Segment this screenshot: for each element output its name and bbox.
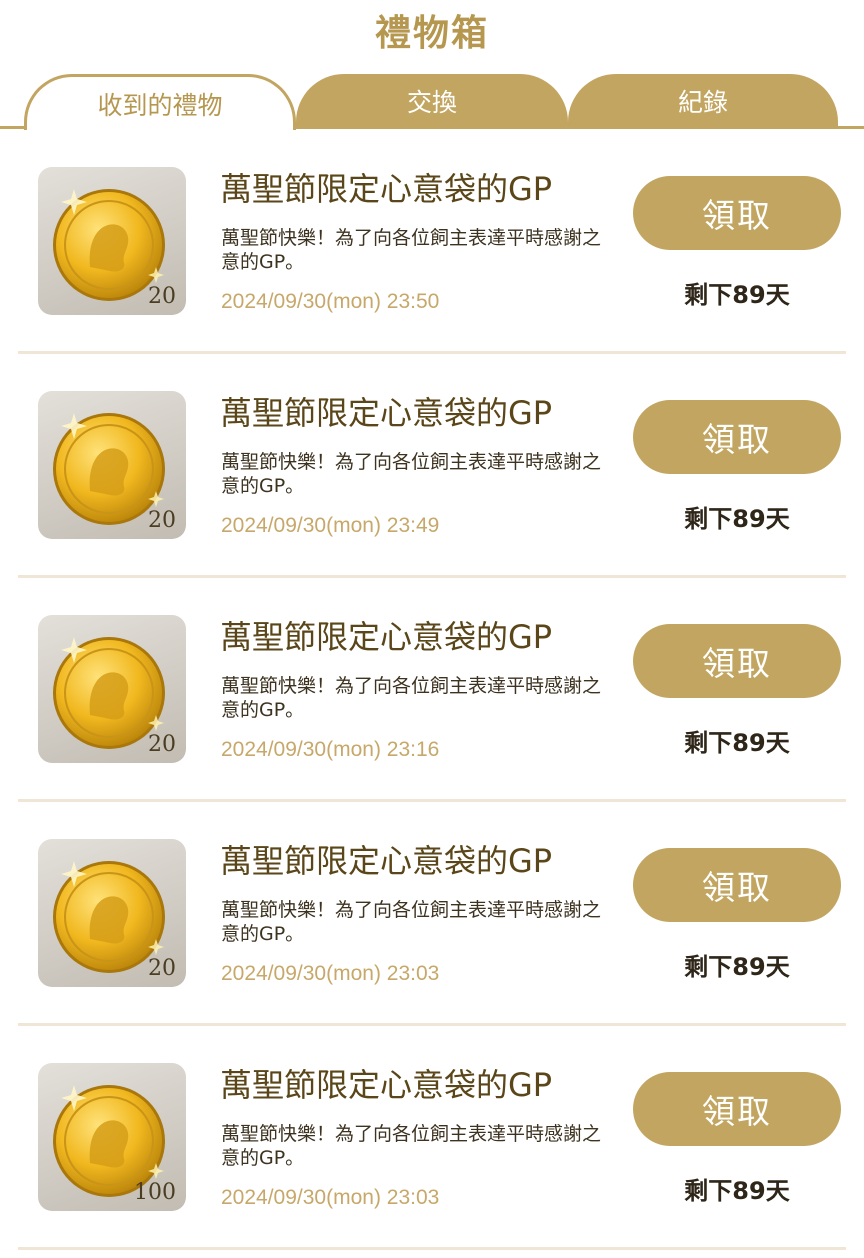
gift-name: 萬聖節限定心意袋的GP: [220, 842, 553, 880]
gift-thumbnail: 20: [38, 839, 186, 987]
divider: [18, 1247, 846, 1250]
gift-quantity: 20: [148, 956, 176, 981]
claim-button[interactable]: 領取: [633, 1072, 841, 1146]
gift-thumbnail: 20: [38, 615, 186, 763]
gift-quantity: 20: [148, 284, 176, 309]
gift-timestamp: 2024/09/30(mon) 23:49: [221, 514, 440, 537]
tab-received-gifts[interactable]: 收到的禮物: [24, 74, 296, 130]
claim-button[interactable]: 領取: [633, 624, 841, 698]
remaining-days: 剩下89天: [684, 505, 790, 533]
gift-description: 萬聖節快樂！為了向各位飼主表達平時感謝之意的GP。: [221, 675, 602, 721]
gift-thumbnail: 100: [38, 1063, 186, 1211]
remaining-days: 剩下89天: [684, 953, 790, 981]
tab-bar: 收到的禮物 交換 紀錄: [0, 74, 864, 130]
gift-list: 20 萬聖節限定心意袋的GP 萬聖節快樂！為了向各位飼主表達平時感謝之意的GP。…: [0, 130, 864, 1250]
gift-description: 萬聖節快樂！為了向各位飼主表達平時感謝之意的GP。: [221, 899, 602, 945]
gift-timestamp: 2024/09/30(mon) 23:03: [221, 962, 440, 985]
gift-description: 萬聖節快樂！為了向各位飼主表達平時感謝之意的GP。: [221, 1123, 602, 1169]
gift-item: 20 萬聖節限定心意袋的GP 萬聖節快樂！為了向各位飼主表達平時感謝之意的GP。…: [0, 354, 864, 578]
gift-quantity: 20: [148, 732, 176, 757]
gift-item: 20 萬聖節限定心意袋的GP 萬聖節快樂！為了向各位飼主表達平時感謝之意的GP。…: [0, 802, 864, 1026]
claim-button[interactable]: 領取: [633, 176, 841, 250]
gift-timestamp: 2024/09/30(mon) 23:50: [221, 290, 440, 313]
gift-timestamp: 2024/09/30(mon) 23:03: [221, 1186, 440, 1209]
gift-item: 100 萬聖節限定心意袋的GP 萬聖節快樂！為了向各位飼主表達平時感謝之意的GP…: [0, 1026, 864, 1250]
remaining-days: 剩下89天: [684, 1177, 790, 1205]
remaining-days: 剩下89天: [684, 729, 790, 757]
gift-item: 20 萬聖節限定心意袋的GP 萬聖節快樂！為了向各位飼主表達平時感謝之意的GP。…: [0, 578, 864, 802]
page-title: 禮物箱: [374, 13, 489, 54]
tab-history[interactable]: 紀錄: [568, 74, 838, 128]
gift-quantity: 20: [148, 508, 176, 533]
gift-thumbnail: 20: [38, 391, 186, 539]
gift-description: 萬聖節快樂！為了向各位飼主表達平時感謝之意的GP。: [221, 227, 602, 273]
gift-quantity: 100: [134, 1180, 176, 1205]
gift-item: 20 萬聖節限定心意袋的GP 萬聖節快樂！為了向各位飼主表達平時感謝之意的GP。…: [0, 130, 864, 354]
gift-timestamp: 2024/09/30(mon) 23:16: [221, 738, 440, 761]
gift-thumbnail: 20: [38, 167, 186, 315]
claim-button[interactable]: 領取: [633, 400, 841, 474]
gift-name: 萬聖節限定心意袋的GP: [220, 394, 553, 432]
tab-exchange[interactable]: 交換: [296, 74, 568, 128]
gift-name: 萬聖節限定心意袋的GP: [220, 618, 553, 656]
gift-name: 萬聖節限定心意袋的GP: [220, 1066, 553, 1104]
remaining-days: 剩下89天: [684, 281, 790, 309]
gift-name: 萬聖節限定心意袋的GP: [220, 170, 553, 208]
gift-description: 萬聖節快樂！為了向各位飼主表達平時感謝之意的GP。: [221, 451, 602, 497]
claim-button[interactable]: 領取: [633, 848, 841, 922]
